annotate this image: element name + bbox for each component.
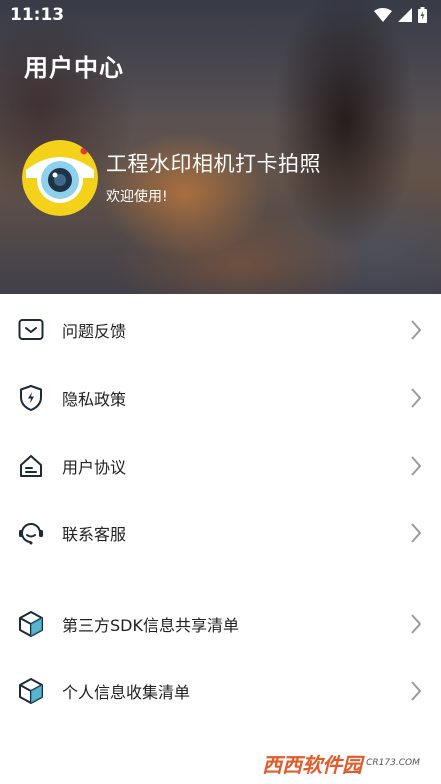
watermark-sub: CR173.COM (366, 758, 420, 768)
chevron-right-icon (411, 681, 422, 701)
profile-text: 工程水印相机打卡拍照 欢迎使用! (106, 150, 321, 206)
menu-item-third-party-sdk[interactable]: 第三方SDK信息共享清单 (0, 594, 441, 654)
menu-item-privacy[interactable]: 隐私政策 (0, 368, 441, 428)
agreement-icon (16, 451, 46, 481)
menu-item-user-agreement[interactable]: 用户协议 (0, 436, 441, 496)
site-watermark: 西西软件园 CR173.COM (241, 742, 441, 784)
avatar (22, 140, 98, 216)
profile-section: 工程水印相机打卡拍照 欢迎使用! (22, 140, 321, 216)
chevron-right-icon (411, 614, 422, 634)
status-time: 11:13 (10, 5, 65, 25)
wifi-icon (374, 8, 392, 22)
menu-item-feedback[interactable]: 问题反馈 (0, 300, 441, 360)
status-icons (374, 7, 427, 23)
menu-label: 用户协议 (62, 458, 127, 477)
feedback-icon (16, 315, 46, 345)
menu-label: 第三方SDK信息共享清单 (62, 616, 239, 635)
watermark-main: 西西软件园 (262, 752, 363, 777)
welcome-text: 欢迎使用! (106, 189, 168, 205)
menu-label: 个人信息收集清单 (62, 683, 191, 702)
cube-icon (16, 676, 46, 706)
chevron-right-icon (411, 456, 422, 476)
camera-logo-icon (22, 140, 98, 216)
signal-icon (398, 8, 412, 22)
menu-label: 隐私政策 (62, 390, 127, 409)
menu-label: 联系客服 (62, 525, 127, 544)
customer-service-icon (16, 518, 46, 548)
menu-label: 问题反馈 (62, 322, 127, 341)
status-bar: 11:13 (0, 0, 441, 30)
cube-icon (16, 609, 46, 639)
menu-item-customer-service[interactable]: 联系客服 (0, 503, 441, 563)
chevron-right-icon (411, 523, 422, 543)
battery-icon (418, 7, 427, 23)
shield-icon (16, 383, 46, 413)
app-name: 工程水印相机打卡拍照 (106, 152, 321, 176)
chevron-right-icon (411, 388, 422, 408)
menu-item-personal-info[interactable]: 个人信息收集清单 (0, 661, 441, 721)
chevron-right-icon (411, 320, 422, 340)
page-title: 用户中心 (24, 54, 124, 82)
